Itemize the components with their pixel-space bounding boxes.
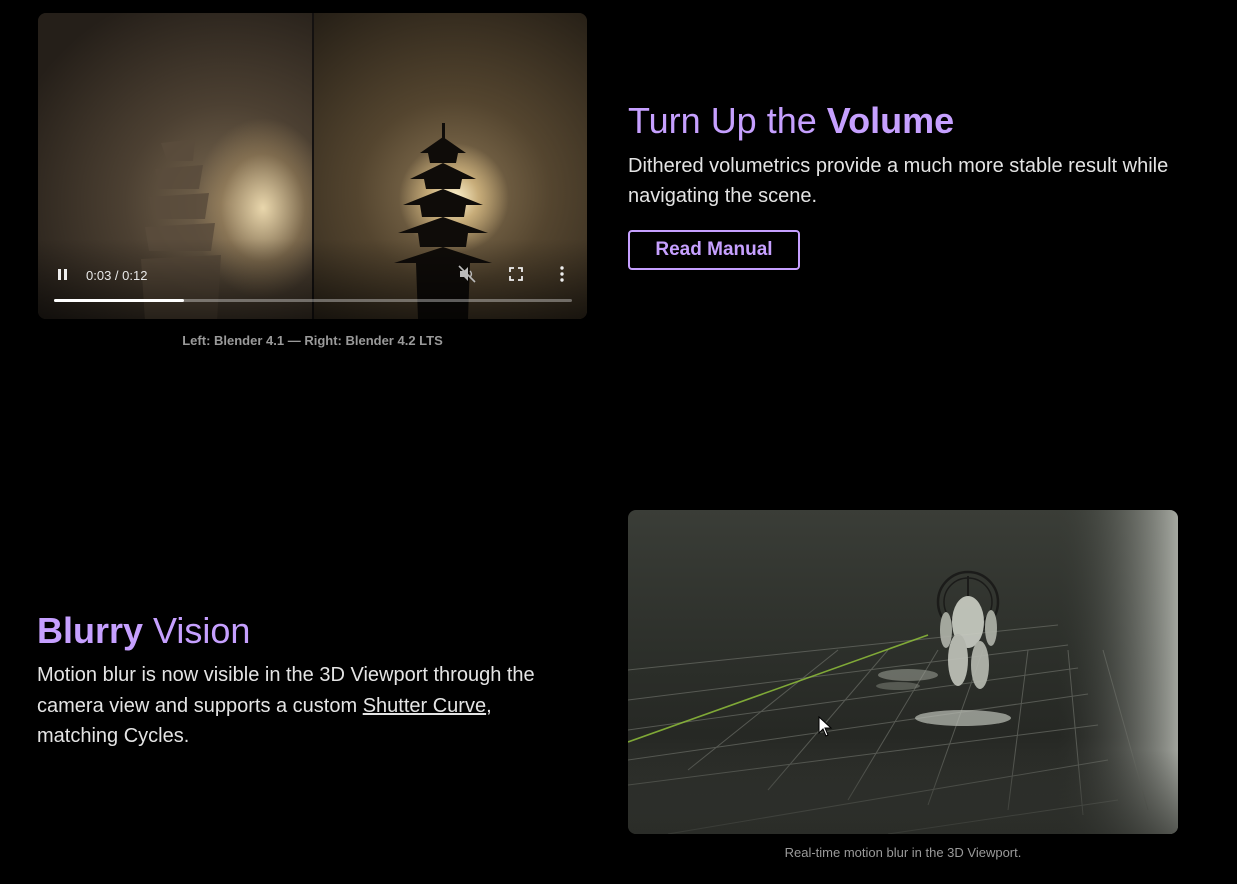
video-time-display: 0:03 / 0:12 (86, 268, 148, 283)
motion-blur-video[interactable] (628, 510, 1178, 834)
section-heading-volume: Turn Up the Volume (628, 100, 954, 142)
video-caption-volumetrics: Left: Blender 4.1 — Right: Blender 4.2 L… (182, 333, 443, 348)
mute-icon[interactable] (458, 265, 476, 283)
section-description-motion-blur: Motion blur is now visible in the 3D Vie… (37, 660, 547, 752)
mouse-cursor-icon (818, 716, 833, 737)
heading-bold-text: Volume (826, 100, 955, 141)
video-progress-bar[interactable] (54, 299, 572, 302)
shutter-curve-link[interactable]: Shutter Curve (363, 695, 486, 717)
heading-light-text: Turn Up the (628, 100, 827, 141)
volumetrics-comparison-video[interactable]: 0:03 / 0:12 (38, 13, 587, 319)
heading-light-text: Vision (143, 610, 251, 651)
section-heading-motion-blur: Blurry Vision (37, 610, 250, 652)
read-manual-button[interactable]: Read Manual (628, 230, 800, 270)
viewport-scene-image (628, 510, 1178, 834)
video-progress-fill (54, 299, 184, 302)
more-options-icon[interactable] (558, 265, 566, 283)
fullscreen-icon[interactable] (509, 267, 523, 281)
section-description-volume: Dithered volumetrics provide a much more… (628, 155, 1169, 207)
video-caption-motion-blur: Real-time motion blur in the 3D Viewport… (784, 845, 1022, 860)
pause-icon[interactable] (56, 267, 70, 283)
page: 0:03 / 0:12 Left: Blender 4.1 — Right: B… (0, 0, 1237, 884)
heading-bold-text: Blurry (37, 610, 144, 651)
